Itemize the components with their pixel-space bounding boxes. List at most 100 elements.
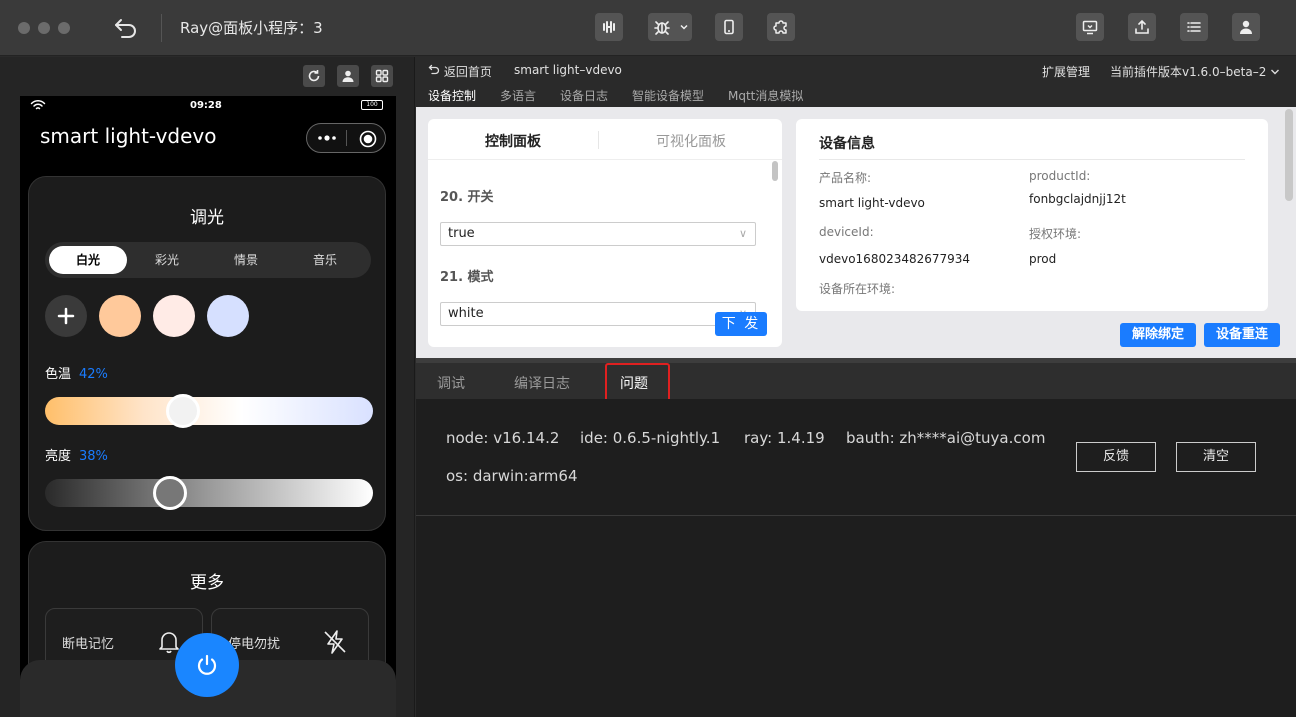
plugin-version-select[interactable]: 当前插件版本v1.6.0–beta–2 [1110,63,1280,80]
mode-tab-music[interactable]: 音乐 [286,246,364,274]
brightness-slider-thumb[interactable] [152,476,187,510]
switch-field-label: 20. 开关 [440,190,494,205]
env-node: node: v16.14.2 [446,429,560,447]
app-title: Ray@面板小程序：3 [180,19,323,37]
brightness-slider[interactable] [45,479,373,507]
phone-icon [724,19,734,35]
no-lightning-icon [324,630,346,654]
chevron-down-icon [680,24,688,30]
grid-button[interactable] [371,65,393,87]
add-swatch-button[interactable] [45,295,87,337]
details-button[interactable] [1180,13,1208,41]
close-capsule-icon[interactable] [359,130,377,148]
mode-tab-colour[interactable]: 彩光 [128,246,206,274]
mode-tab-white[interactable]: 白光 [49,246,127,274]
tab-mqtt-simulation[interactable]: Mqtt消息模拟 [728,87,803,104]
console-tabs: 调试 编译日志 问题 [416,363,1296,399]
tab-device-model[interactable]: 智能设备模型 [632,87,704,104]
back-arrow-icon [428,64,440,75]
nav-device-name: smart light–vdevo [514,63,622,77]
chevron-down-icon: ∨ [738,227,747,240]
unbind-button[interactable]: 解除绑定 [1120,323,1196,347]
account-button[interactable] [337,65,359,87]
power-memory-label: 断电记忆 [62,637,115,652]
top-nav: 返回首页 smart light–vdevo 扩展管理 当前插件版本v1.6.0… [416,57,1296,85]
color-swatch-warm[interactable] [99,295,141,337]
dimming-card: 调光 白光 彩光 情景 音乐 色温 42% 亮度 38% [28,176,386,531]
wifi-icon [30,99,46,110]
panel-scrollbar[interactable] [772,161,778,181]
back-home-link[interactable]: 返回首页 [428,63,492,80]
user-icon [1240,20,1252,34]
upload-icon [1135,19,1149,34]
device-id-label: deviceId: [819,225,874,239]
color-swatch-neutral[interactable] [153,295,195,337]
auth-env-value: prod [1029,252,1057,266]
color-temp-label: 色温 42% [45,363,108,382]
debug-button[interactable] [648,13,676,41]
send-button[interactable]: 下 发 [715,312,767,336]
mode-selector: 白光 彩光 情景 音乐 [45,242,371,278]
back-home-label: 返回首页 [443,65,492,79]
device-info-card: 设备信息 产品名称: smart light-vdevo productId: … [796,119,1268,311]
tab-visual-panel[interactable]: 可视化面板 [656,131,726,151]
close-window-button[interactable] [18,22,30,34]
mode-select[interactable]: white ∨ [440,302,756,326]
dimming-title: 调光 [190,208,224,228]
color-swatch-cool[interactable] [207,295,249,337]
color-temp-slider[interactable] [45,397,373,425]
console-body: node: v16.14.2 ide: 0.6.5-nightly.1 ray:… [416,399,1296,717]
color-temp-slider-thumb[interactable] [165,394,200,428]
reconnect-button[interactable]: 设备重连 [1204,323,1280,347]
tab-control-panel[interactable]: 控制面板 [485,131,541,151]
panel-tab-line [428,159,782,160]
ide-window: Ray@面板小程序：3 09:28 100 smart light-vdevo … [0,0,1296,717]
plugin-button[interactable] [767,13,795,41]
content-scrollbar[interactable] [1285,109,1293,201]
upload-button[interactable] [1128,13,1156,41]
product-name-value: smart light-vdevo [819,196,925,210]
power-icon [197,654,217,675]
minimize-window-button[interactable] [38,22,50,34]
preview-button[interactable] [1076,13,1104,41]
brightness-text: 亮度 [45,449,72,464]
zoom-window-button[interactable] [58,22,70,34]
mode-tab-scene[interactable]: 情景 [207,246,285,274]
back-arrow-icon[interactable] [112,14,140,42]
clear-button[interactable]: 清空 [1176,442,1256,472]
plugin-version-label: 当前插件版本v1.6.0–beta–2 [1110,65,1267,79]
tab-multilanguage[interactable]: 多语言 [500,87,536,104]
extension-manage-link[interactable]: 扩展管理 [1042,63,1090,80]
product-id-label: productId: [1029,169,1091,183]
feedback-button[interactable]: 反馈 [1076,442,1156,472]
compile-button[interactable] [595,13,623,41]
reload-button[interactable] [303,65,325,87]
env-ide: ide: 0.6.5-nightly.1 [580,429,721,447]
simulator-panel: 09:28 100 smart light-vdevo 调光 白光 彩光 情景 … [0,57,415,717]
real-device-button[interactable] [715,13,743,41]
title-separator [161,14,162,42]
puzzle-icon [773,20,787,34]
switch-select[interactable]: true ∨ [440,222,756,246]
device-control-content: 控制面板 可视化面板 20. 开关 true ∨ 21. 模式 white ∨ … [416,107,1296,358]
color-temp-text: 色温 [45,367,72,382]
debug-dropdown-button[interactable] [676,13,692,41]
tab-device-log[interactable]: 设备日志 [560,87,608,104]
list-icon [1187,22,1201,32]
env-ray: ray: 1.4.19 [744,429,825,447]
console-divider [416,515,1296,516]
tab-debug[interactable]: 调试 [437,373,465,393]
user-button[interactable] [1232,13,1260,41]
refresh-icon [308,70,320,82]
mode-field-label: 21. 模式 [440,270,494,285]
power-button[interactable] [175,633,239,697]
do-not-disturb-label: 停电勿扰 [228,637,281,652]
tab-compile-log[interactable]: 编译日志 [514,373,570,393]
more-dots-icon[interactable] [317,133,337,143]
chevron-down-icon [1271,69,1280,75]
env-os: os: darwin:arm64 [446,467,578,485]
tab-device-control[interactable]: 设备控制 [428,87,476,104]
brightness-label: 亮度 38% [45,445,108,464]
info-divider [819,159,1245,160]
battery-icon: 100 [361,100,383,110]
